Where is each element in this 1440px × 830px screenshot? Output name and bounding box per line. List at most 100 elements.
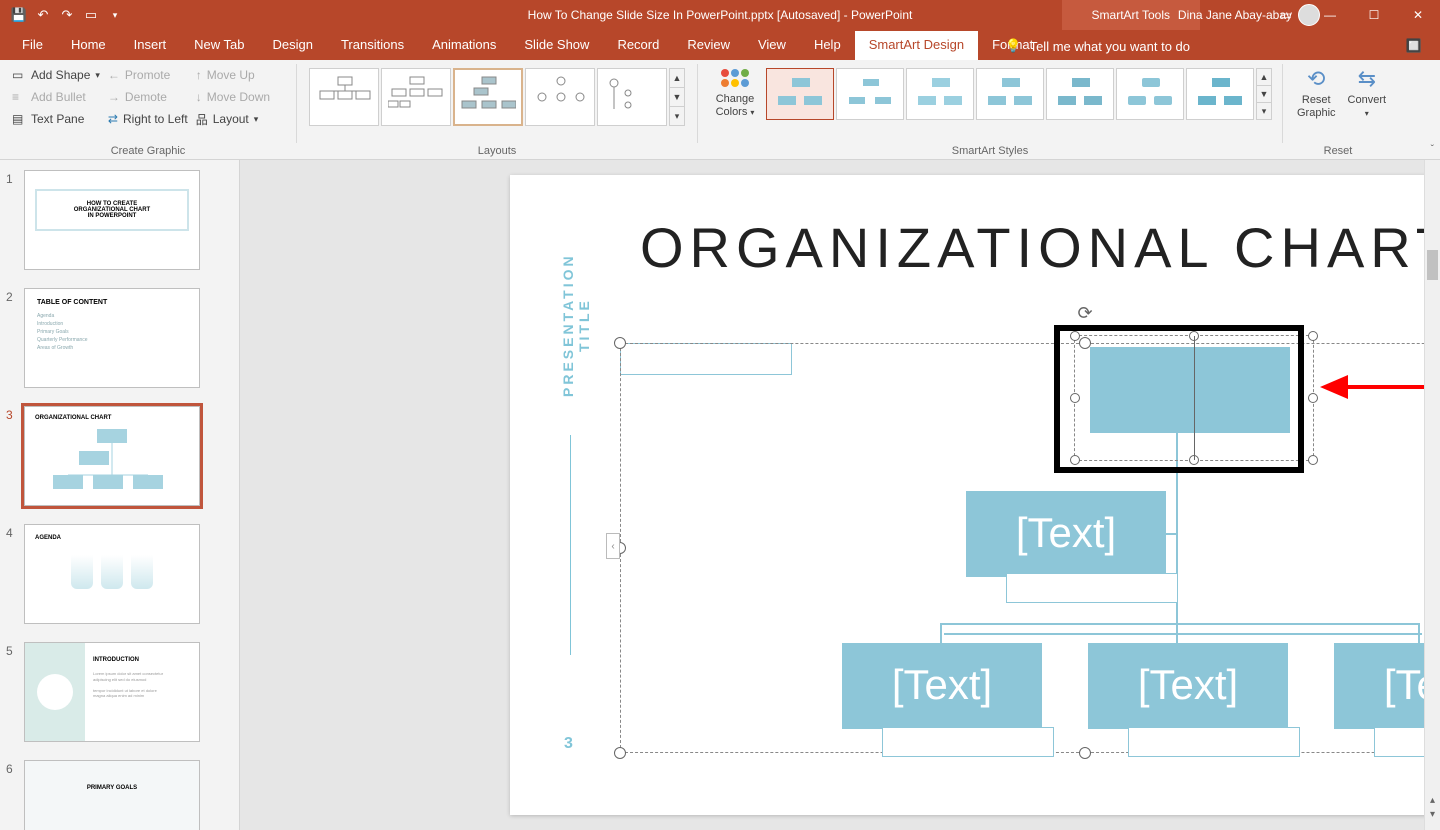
demote-button: →Demote (104, 86, 192, 108)
org-node-child-2[interactable]: [Text] (1088, 643, 1288, 729)
share-icon[interactable]: 🔲 (1406, 38, 1422, 54)
right-to-left-button[interactable]: ⇄Right to Left (104, 108, 192, 130)
add-bullet-icon: ≡ (12, 90, 26, 104)
promote-button: ←Promote (104, 64, 192, 86)
style-option-4[interactable] (976, 68, 1044, 120)
style-option-2[interactable] (836, 68, 904, 120)
qat-more-icon[interactable]: ▾ (104, 4, 126, 26)
resize-handle[interactable] (614, 747, 626, 759)
resize-handle[interactable] (1308, 331, 1318, 341)
scrollbar-thumb[interactable] (1427, 250, 1438, 280)
tab-help[interactable]: Help (800, 31, 855, 60)
group-label: SmartArt Styles (698, 145, 1282, 157)
slide-editor-area[interactable]: PRESENTATION TITLE 3 ORGANIZATIONAL CHAR… (240, 160, 1440, 830)
resize-handle[interactable] (614, 337, 626, 349)
org-node-child-1[interactable]: [Text] (842, 643, 1042, 729)
smartart-object[interactable]: ⟳ ‹ (620, 343, 1440, 753)
styles-scroll-up[interactable]: ▲ (1257, 69, 1271, 86)
save-icon[interactable]: 💾 (8, 4, 30, 26)
vertical-scrollbar[interactable]: ▴ ▾ (1424, 160, 1440, 830)
tab-review[interactable]: Review (673, 31, 744, 60)
thumbnail-4[interactable]: 4 AGENDA (6, 524, 233, 624)
layout-option-4[interactable] (525, 68, 595, 126)
window-controls: ▭ — ☐ ✕ (1264, 0, 1440, 30)
thumbnail-1[interactable]: 1 HOW TO CREATE ORGANIZATIONAL CHART IN … (6, 170, 233, 270)
convert-button[interactable]: ⇆ Convert▾ (1342, 64, 1393, 119)
resize-handle[interactable] (1308, 455, 1318, 465)
undo-icon[interactable]: ↶ (32, 4, 54, 26)
slide-title[interactable]: ORGANIZATIONAL CHART (640, 215, 1440, 280)
org-node-assistant-name[interactable] (1006, 573, 1178, 603)
style-option-5[interactable] (1046, 68, 1114, 120)
layouts-scroll-down[interactable]: ▼ (670, 88, 684, 107)
style-option-3[interactable] (906, 68, 974, 120)
resize-handle[interactable] (1079, 747, 1091, 759)
prev-slide-icon[interactable]: ▴ (1425, 795, 1440, 806)
quick-access-toolbar: 💾 ↶ ↷ ▭ ▾ (0, 4, 126, 26)
layouts-scroll-up[interactable]: ▲ (670, 69, 684, 88)
presentation-title-sidebar: PRESENTATION TITLE (560, 235, 592, 415)
layout-option-2[interactable] (381, 68, 451, 126)
layout-option-1[interactable] (309, 68, 379, 126)
tab-record[interactable]: Record (603, 31, 673, 60)
move-down-button: ↓Move Down (192, 86, 274, 108)
org-node-child-2-name[interactable] (1128, 727, 1300, 757)
thumbnail-2[interactable]: 2 TABLE OF CONTENT Agenda Introduction P… (6, 288, 233, 388)
tab-home[interactable]: Home (57, 31, 120, 60)
text-pane-toggle[interactable]: ‹ (606, 533, 620, 559)
close-icon[interactable]: ✕ (1396, 0, 1440, 30)
thumbnail-3-selected[interactable]: 3 ORGANIZATIONAL CHART (6, 406, 233, 506)
group-create-graphic: ▭Add Shape ▾ ≡Add Bullet ▤Text Pane ←Pro… (0, 60, 296, 159)
promote-icon: ← (108, 68, 120, 82)
tab-insert[interactable]: Insert (120, 31, 181, 60)
thumbnail-5[interactable]: 5 INTRODUCTION Lorem ipsum dolor sit ame… (6, 642, 233, 742)
layout-button[interactable]: 品Layout ▾ (192, 108, 274, 130)
rotate-handle-icon[interactable]: ⟳ (1077, 303, 1092, 324)
collapse-ribbon-icon[interactable]: ˇ (1431, 144, 1434, 155)
redo-icon[interactable]: ↷ (56, 4, 78, 26)
ribbon-tabs: File Home Insert New Tab Design Transiti… (0, 30, 1440, 60)
tab-animations[interactable]: Animations (418, 31, 510, 60)
thumbnail-6[interactable]: 6 PRIMARY GOALS (6, 760, 233, 830)
add-shape-button[interactable]: ▭Add Shape ▾ (8, 64, 104, 86)
ribbon-display-icon[interactable]: ▭ (1264, 0, 1308, 30)
tab-smartart-design[interactable]: SmartArt Design (855, 31, 978, 60)
minimize-icon[interactable]: — (1308, 0, 1352, 30)
tell-me-search[interactable]: 💡 Tell me what you want to do (1005, 38, 1190, 54)
group-label: Layouts (297, 145, 697, 157)
ribbon: ▭Add Shape ▾ ≡Add Bullet ▤Text Pane ←Pro… (0, 60, 1440, 160)
tab-slideshow[interactable]: Slide Show (510, 31, 603, 60)
tab-newtab[interactable]: New Tab (180, 31, 258, 60)
text-pane-icon: ▤ (12, 112, 26, 126)
style-option-1-selected[interactable] (766, 68, 834, 120)
org-node-child-1-name[interactable] (882, 727, 1054, 757)
tab-file[interactable]: File (8, 31, 57, 60)
tab-transitions[interactable]: Transitions (327, 31, 418, 60)
style-option-7[interactable] (1186, 68, 1254, 120)
slide-thumbnails-panel[interactable]: 1 HOW TO CREATE ORGANIZATIONAL CHART IN … (0, 160, 240, 830)
styles-more[interactable]: ▾ (1257, 103, 1271, 119)
layout-option-5[interactable] (597, 68, 667, 126)
resize-handle[interactable] (1308, 393, 1318, 403)
add-bullet-button: ≡Add Bullet (8, 86, 104, 108)
style-option-6[interactable] (1116, 68, 1184, 120)
tab-design[interactable]: Design (259, 31, 327, 60)
layouts-more[interactable]: ▾ (670, 107, 684, 125)
group-reset: ⟲ Reset Graphic ⇆ Convert▾ Reset (1283, 60, 1393, 159)
maximize-icon[interactable]: ☐ (1352, 0, 1396, 30)
tab-view[interactable]: View (744, 31, 800, 60)
next-slide-icon[interactable]: ▾ (1425, 809, 1440, 820)
slide-canvas[interactable]: PRESENTATION TITLE 3 ORGANIZATIONAL CHAR… (510, 175, 1440, 815)
styles-scroll-down[interactable]: ▼ (1257, 86, 1271, 103)
text-pane-button[interactable]: ▤Text Pane (8, 108, 104, 130)
layout-option-3-selected[interactable] (453, 68, 523, 126)
reset-graphic-button[interactable]: ⟲ Reset Graphic (1291, 64, 1342, 119)
annotation-highlight-box (1054, 325, 1304, 473)
group-label: Create Graphic (0, 145, 296, 157)
window-title: How To Change Slide Size In PowerPoint.p… (528, 8, 913, 22)
change-colors-button[interactable]: Change Colors ▾ (706, 64, 764, 120)
start-from-beginning-icon[interactable]: ▭ (80, 4, 102, 26)
page-number: 3 (564, 735, 573, 753)
org-node-assistant[interactable]: [Text] (966, 491, 1166, 577)
reset-graphic-icon: ⟲ (1307, 66, 1325, 92)
